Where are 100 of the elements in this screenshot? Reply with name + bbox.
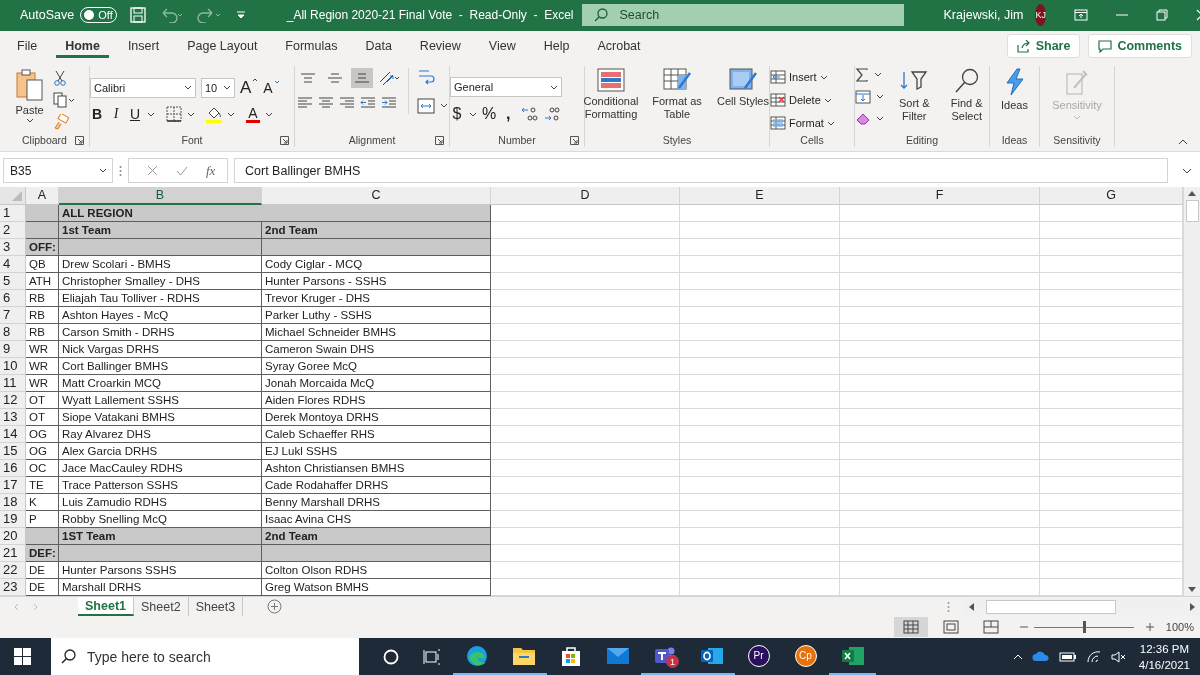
add-sheet-icon[interactable] — [267, 599, 283, 615]
scroll-down-icon[interactable] — [1188, 587, 1196, 593]
dialog-launcher-icon[interactable] — [75, 136, 84, 146]
currency-button[interactable]: $ — [450, 105, 464, 124]
caret-icon[interactable] — [469, 111, 477, 117]
percent-button[interactable]: % — [482, 105, 497, 124]
drag-handle-icon[interactable] — [119, 164, 122, 177]
dialog-launcher-icon[interactable] — [570, 136, 579, 146]
caret-icon[interactable] — [876, 116, 884, 122]
scroll-up-icon[interactable] — [1188, 191, 1196, 197]
scroll-thumb[interactable] — [1185, 200, 1199, 223]
name-box[interactable]: B35 — [3, 158, 113, 184]
collapse-ribbon-icon[interactable] — [1178, 139, 1188, 146]
column-header[interactable]: E — [680, 187, 840, 206]
caret-icon[interactable] — [874, 72, 882, 78]
teams-taskbar-button[interactable]: 1 — [641, 638, 688, 675]
zoom-slider-thumb[interactable] — [1082, 621, 1086, 634]
copy-icon[interactable] — [52, 91, 75, 108]
font-name-dropdown[interactable]: Calibri — [90, 77, 196, 98]
dialog-launcher-icon[interactable] — [435, 136, 444, 146]
show-hidden-icons-icon[interactable] — [1012, 653, 1023, 660]
row-number[interactable]: 12 — [0, 392, 26, 410]
ribbon-tab[interactable]: Page Layout — [178, 34, 267, 59]
row-number[interactable]: 20 — [0, 528, 26, 546]
paste-button[interactable]: Paste — [14, 67, 45, 123]
row-number[interactable]: 8 — [0, 324, 26, 342]
cancel-icon[interactable] — [147, 165, 158, 177]
ribbon-display-icon[interactable] — [1073, 9, 1088, 22]
caret-icon[interactable] — [147, 111, 155, 117]
row-number[interactable]: 15 — [0, 443, 26, 461]
italic-button[interactable]: I — [109, 106, 123, 123]
split-handle-icon[interactable] — [947, 600, 950, 613]
share-button[interactable]: Share — [1006, 34, 1081, 59]
row-number[interactable]: 14 — [0, 426, 26, 444]
row-number[interactable]: 17 — [0, 477, 26, 495]
comments-button[interactable]: Comments — [1088, 34, 1192, 59]
borders-icon[interactable] — [166, 106, 182, 123]
find-button[interactable]: Find & Select — [944, 67, 989, 124]
orientation-icon[interactable] — [377, 69, 400, 86]
row-number[interactable]: 13 — [0, 409, 26, 427]
bold-button[interactable]: B — [90, 106, 104, 123]
row-number[interactable]: 2 — [0, 222, 26, 240]
scissors-icon[interactable] — [52, 69, 67, 86]
row-number[interactable]: 19 — [0, 511, 26, 529]
cell-styles-button[interactable]: Cell Styles — [714, 67, 772, 108]
scroll-right-icon[interactable] — [1190, 602, 1195, 611]
caret-icon[interactable] — [265, 111, 273, 117]
underline-button[interactable]: U — [128, 106, 142, 123]
normal-view-button[interactable] — [893, 617, 928, 638]
ribbon-tab[interactable]: Data — [356, 34, 401, 59]
ribbon-tab[interactable]: Formulas — [276, 34, 347, 59]
decrease-decimal-icon[interactable] — [543, 106, 562, 123]
ribbon-tab[interactable]: Help — [534, 34, 579, 59]
ribbon-tab[interactable]: Home — [56, 34, 109, 59]
row-number[interactable]: 5 — [0, 273, 26, 291]
format-painter-icon[interactable] — [52, 113, 69, 130]
ideas-button[interactable]: Ideas — [990, 67, 1039, 112]
column-header[interactable]: D — [491, 187, 680, 206]
sheet-tab[interactable]: Sheet1 — [78, 597, 134, 617]
clock-time[interactable]: 12:36 PM — [1139, 640, 1190, 657]
row-number[interactable]: 21 — [0, 545, 26, 563]
column-header[interactable]: G — [1040, 187, 1183, 206]
column-header[interactable]: F — [840, 187, 1040, 206]
font-color-button[interactable]: A — [246, 105, 260, 123]
row-number[interactable]: 18 — [0, 494, 26, 512]
zoom-in-icon[interactable] — [1145, 623, 1154, 632]
sort-button[interactable]: Sort & Filter — [892, 67, 937, 124]
windows-start-icon[interactable] — [14, 648, 31, 665]
scroll-left-icon[interactable] — [969, 602, 974, 611]
search-field[interactable]: Search — [581, 4, 904, 27]
battery-icon[interactable] — [1058, 651, 1077, 662]
comma-style-button[interactable]: , — [501, 105, 516, 124]
wrap-text-icon[interactable] — [416, 67, 435, 86]
font-size-dropdown[interactable]: 10 — [201, 77, 235, 98]
formula-input[interactable]: Cort Ballinger BMHS — [234, 158, 1168, 184]
decrease-font-button[interactable]: A — [263, 79, 280, 96]
row-number[interactable]: 10 — [0, 358, 26, 376]
row-number[interactable]: 1 — [0, 205, 26, 223]
restore-icon[interactable] — [1155, 9, 1168, 22]
caret-icon[interactable] — [187, 111, 195, 117]
row-number[interactable]: 23 — [0, 579, 26, 597]
clock-date[interactable]: 4/16/2021 — [1138, 656, 1190, 673]
column-header[interactable]: A — [26, 187, 59, 206]
user-avatar[interactable]: KJ — [1035, 4, 1046, 27]
minimize-icon[interactable] — [1115, 14, 1128, 17]
increase-decimal-icon[interactable] — [520, 106, 539, 123]
row-number[interactable]: 4 — [0, 256, 26, 274]
redo-icon[interactable] — [196, 7, 223, 24]
cortana-icon[interactable] — [383, 648, 399, 665]
dialog-launcher-icon[interactable] — [280, 136, 289, 146]
ribbon-tab[interactable]: View — [479, 34, 525, 59]
insert-function-button[interactable]: fx — [206, 162, 216, 179]
caret-icon[interactable] — [439, 103, 448, 109]
format-cells-button[interactable]: Format — [770, 113, 835, 133]
number-format-dropdown[interactable]: General — [450, 77, 562, 98]
speaker-muted-icon[interactable] — [1110, 650, 1127, 663]
row-number[interactable]: 9 — [0, 341, 26, 359]
fill-down-icon[interactable] — [855, 89, 871, 104]
autosum-icon[interactable] — [855, 67, 869, 82]
ribbon-tab[interactable]: Insert — [118, 34, 169, 59]
